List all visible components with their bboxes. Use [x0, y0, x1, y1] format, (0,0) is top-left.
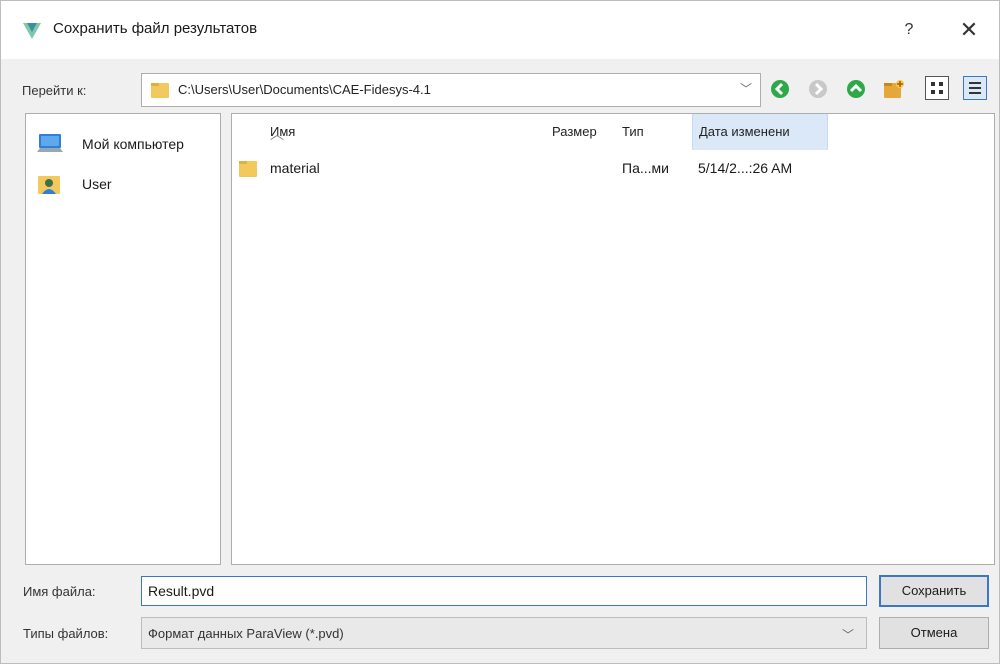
file-list[interactable]: Имя ︿ Размер Тип Дата изменени material …	[231, 113, 995, 565]
new-folder-icon[interactable]	[883, 78, 905, 100]
user-folder-icon	[38, 176, 60, 194]
sidebar-item-label: User	[82, 176, 112, 192]
goto-label: Перейти к:	[22, 83, 87, 98]
list-icon	[969, 82, 981, 94]
chevron-down-icon: ﹀	[739, 82, 752, 96]
detail-view-button[interactable]	[963, 76, 987, 100]
sidebar-item-label: Мой компьютер	[82, 136, 184, 152]
title-bar: Сохранить файл результатов ? ✕	[1, 1, 999, 59]
column-header-date-modified[interactable]: Дата изменени	[692, 114, 828, 150]
column-header-name[interactable]: Имя ︿	[232, 114, 546, 150]
computer-icon	[37, 134, 63, 152]
grid-icon	[931, 82, 943, 94]
file-type-label: Типы файлов:	[23, 626, 109, 641]
folder-icon	[239, 161, 257, 177]
save-results-dialog: Сохранить файл результатов ? ✕ Перейти к…	[0, 0, 1000, 664]
folder-icon	[151, 83, 169, 98]
save-button[interactable]: Сохранить	[879, 575, 989, 607]
sidebar-item-user[interactable]: User	[36, 168, 216, 200]
file-name-label: Имя файла:	[23, 584, 96, 599]
file-type-cell: Па...ми	[622, 160, 669, 176]
back-icon[interactable]	[769, 78, 791, 100]
window-title: Сохранить файл результатов	[53, 20, 258, 37]
file-date-cell: 5/14/2...:26 AM	[698, 160, 793, 176]
list-view-button[interactable]	[925, 76, 949, 100]
sort-ascending-icon: ︿	[270, 126, 284, 142]
places-sidebar: Мой компьютер User	[25, 113, 221, 565]
help-button[interactable]: ?	[894, 15, 924, 45]
column-header-type[interactable]: Тип	[612, 114, 686, 150]
column-header-size[interactable]: Размер	[546, 114, 612, 150]
file-type-select[interactable]: Формат данных ParaView (*.pvd) ﹀	[141, 617, 867, 649]
up-folder-icon[interactable]	[845, 78, 867, 100]
forward-icon[interactable]	[807, 78, 829, 100]
file-type-value: Формат данных ParaView (*.pvd)	[148, 626, 344, 641]
table-row[interactable]: material Па...ми 5/14/2...:26 AM	[232, 154, 832, 182]
path-text: C:\Users\User\Documents\CAE-Fidesys-4.1	[178, 82, 431, 97]
app-logo-icon	[23, 23, 41, 39]
cancel-button[interactable]: Отмена	[879, 617, 989, 649]
file-name-input[interactable]	[141, 576, 867, 606]
path-combobox[interactable]: C:\Users\User\Documents\CAE-Fidesys-4.1 …	[141, 73, 761, 107]
chevron-down-icon: ﹀	[841, 628, 854, 642]
close-button[interactable]: ✕	[951, 15, 987, 45]
file-name-cell: material	[270, 160, 320, 176]
sidebar-item-my-computer[interactable]: Мой компьютер	[36, 128, 216, 160]
